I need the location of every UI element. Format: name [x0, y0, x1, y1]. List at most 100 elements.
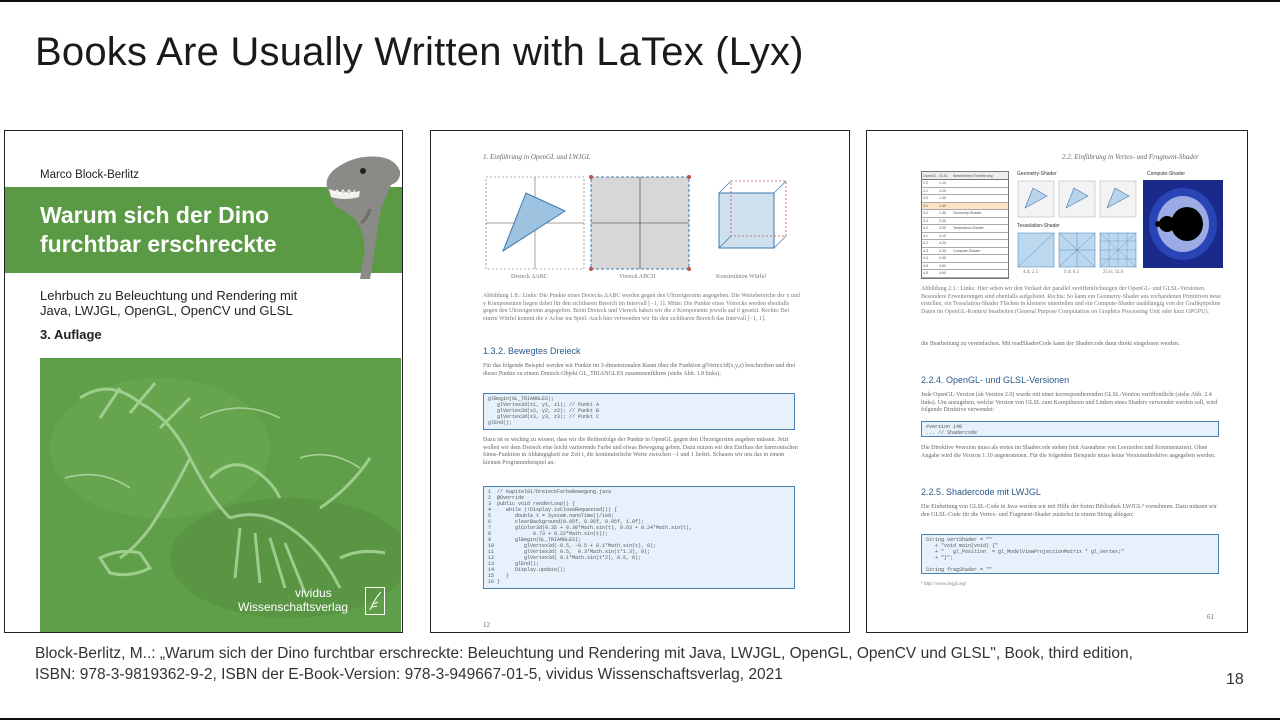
- table-cell: 4.30: [939, 248, 946, 253]
- table-cell: 4.1: [923, 233, 928, 238]
- table-cell: Tesselation-Shader: [953, 226, 984, 231]
- cover-edition: 3. Auflage: [40, 327, 102, 342]
- table-row: 3.3 3.30: [922, 218, 1008, 225]
- paragraph-1: Für das folgende Beispiel werden wir Pun…: [483, 363, 796, 377]
- table-cell: 4.40: [939, 256, 946, 261]
- table-cell: 1.30: [939, 196, 946, 201]
- panel-title: Tesselation-Shader: [1017, 223, 1060, 229]
- tess-label: 9.4; 8.5: [1064, 270, 1080, 275]
- panel-title: Geometry-Shader: [1017, 171, 1057, 177]
- publisher-line2: Wissenschaftsverlag: [238, 600, 349, 614]
- tesselation-shader-panel: Tesselation-Shader 4.4; 2.5 9.4; 8.5 25.…: [1017, 223, 1137, 275]
- section-heading: 1.3.2. Bewegtes Dreieck: [483, 346, 581, 356]
- table-row: 4.2 4.20: [922, 240, 1008, 248]
- table-cell: 4.4: [923, 256, 928, 261]
- code-block-2: String vertShader = "" + "void main(void…: [921, 534, 1219, 574]
- figure-caption: Abbildung 1.8.: Links: Die Punkte eines …: [483, 293, 800, 322]
- table-cell: 3.1: [923, 203, 928, 208]
- slide-title: Books Are Usually Written with LaTex (Ly…: [35, 30, 804, 74]
- geometry-shader-figure: [1017, 180, 1137, 218]
- table-row: 4.1 4.10: [922, 233, 1008, 240]
- running-head: 2.2. Einführung in Vertex- und Fragment-…: [1062, 153, 1199, 161]
- publisher-logo-icon: [365, 587, 385, 615]
- cover-subtitle-line2: Java, LWJGL, OpenGL, OpenCV und GLSL: [40, 303, 293, 318]
- figure-caption: Abbildung 2.1.: Links: Hier sehen wir de…: [921, 286, 1221, 315]
- table-row: 2.1 1.20: [922, 188, 1008, 195]
- panel-title: Compute-Shader: [1147, 171, 1186, 177]
- table-cell: 2.0: [923, 181, 928, 186]
- fig-label-square: Viereck ABCD: [619, 274, 656, 280]
- cover-title-line1: Warum sich der Dino: [40, 202, 270, 228]
- table-cell: 3.3: [923, 218, 928, 223]
- section-heading-2: 2.2.5. Shadercode mit LWJGL: [921, 487, 1041, 497]
- table-cell: 4.20: [939, 241, 946, 246]
- table-row: 4.6 4.60: [922, 270, 1008, 278]
- citation-line1: Block-Berlitz, M..: „Warum sich der Dino…: [35, 645, 1133, 662]
- paragraph-3: Die Einbettung von GLSL-Code in Java wer…: [921, 504, 1217, 518]
- footnote: ⁹ http://www.lwjgl.org/: [921, 582, 967, 587]
- cover-subtitle: Lehrbuch zu Beleuchtung und Rendering mi…: [40, 288, 360, 318]
- cover-publisher: vividus Wissenschaftsverlag: [238, 586, 348, 614]
- table-cell: 2.1: [923, 188, 928, 193]
- paragraph-2: Dazu ist es wichtig zu wissen, dass wir …: [483, 437, 799, 466]
- table-row: 3.0 1.30: [922, 195, 1008, 203]
- book-cover: Marco Block-Berlitz Warum sich der Dino …: [4, 130, 403, 633]
- table-header: OpenGL: [923, 173, 937, 178]
- table-row: 4.3 4.30 Compute-Shader: [922, 248, 1008, 255]
- table-cell: 4.10: [939, 233, 946, 238]
- publisher-line1: vividus: [295, 586, 332, 600]
- paragraph-1: Jede OpenGL-Version (ab Version 2.0) wur…: [921, 392, 1218, 413]
- table-cell: 3.2: [923, 211, 928, 216]
- cover-author: Marco Block-Berlitz: [40, 169, 140, 181]
- table-body: 2.0 1.10 2.1 1.20 3.0 1.30 3.1 1.40 3.2 1.50 Geome…: [922, 180, 1008, 278]
- table-cell: 4.5: [923, 263, 928, 268]
- table-cell: 4.2: [923, 241, 928, 246]
- table-cell: 4.60: [939, 271, 946, 276]
- code-block-2: 1 // Kapitel01/DreieckFarbeBewegung.java…: [483, 486, 795, 589]
- tesselation-shader-figure: [1017, 232, 1137, 268]
- table-cell: Compute-Shader: [953, 248, 981, 253]
- slide-number: 18: [1226, 671, 1244, 688]
- page-number: 61: [1207, 613, 1214, 621]
- table-row: 4.4 4.40: [922, 255, 1008, 263]
- compute-shader-panel: Compute-Shader: [1143, 171, 1223, 271]
- page-number: 12: [483, 621, 490, 629]
- book-page-left: 1. Einführung in OpenGL und LWJGL Dreiec…: [430, 130, 850, 633]
- table-row: 2.0 1.10: [922, 180, 1008, 188]
- table-cell: 4.6: [923, 271, 928, 276]
- table-row: 4.0 4.00 Tesselation-Shader: [922, 225, 1008, 233]
- tess-label: 25.6; 32.0: [1103, 270, 1124, 275]
- table-header: Wesentliche Erweiterung: [953, 173, 993, 178]
- tess-label: 4.4; 2.5: [1023, 270, 1039, 275]
- table-cell: 1.50: [939, 211, 946, 216]
- table-cell: 1.20: [939, 188, 946, 193]
- code-block-1: #version 140 ... // Shadercode: [921, 421, 1219, 437]
- paragraph-2: Die Direktive #version muss als erstes i…: [921, 445, 1216, 459]
- table-cell: 1.40: [939, 203, 946, 208]
- figure-shapes: [485, 175, 787, 271]
- book-citation: Block-Berlitz, M..: „Warum sich der Dino…: [35, 643, 1225, 685]
- top-rule: [0, 0, 1280, 2]
- code-block-1: glBegin(GL_TRIANGLES); glVertex3d(x1, y1…: [483, 393, 795, 430]
- table-cell: 4.3: [923, 248, 928, 253]
- section-heading-1: 2.2.4. OpenGL- und GLSL-Versionen: [921, 375, 1070, 385]
- table-cell: 3.30: [939, 218, 946, 223]
- geometry-shader-panel: Geometry-Shader: [1017, 171, 1137, 219]
- dinosaur-illustration: [326, 156, 401, 279]
- book-page-right: 2.2. Einführung in Vertex- und Fragment-…: [866, 130, 1248, 633]
- table-row: 3.1 1.40: [922, 202, 1008, 210]
- cover-title-line2: furchtbar erschreckte: [40, 231, 277, 257]
- table-cell: 4.0: [923, 226, 928, 231]
- table-cell: 4.50: [939, 263, 946, 268]
- running-head: 1. Einführung in OpenGL und LWJGL: [483, 153, 591, 161]
- table-cell: 4.00: [939, 226, 946, 231]
- version-table: OpenGL GLSL Wesentliche Erweiterung 2.0 1…: [921, 171, 1009, 279]
- cover-subtitle-line1: Lehrbuch zu Beleuchtung und Rendering mi…: [40, 288, 298, 303]
- mandelbrot-image: [1143, 180, 1223, 268]
- fig-label-cube: Konstruktion Würfel: [716, 274, 767, 280]
- paragraph-0: die Bearbeitung zu vereinfachen. Mit rea…: [921, 341, 1180, 347]
- table-cell: 1.10: [939, 181, 946, 186]
- fig-label-triangle: Dreieck ΔABC: [511, 274, 548, 280]
- table-cell: 3.0: [923, 196, 928, 201]
- cover-title: Warum sich der Dino furchtbar erschreckt…: [40, 201, 330, 259]
